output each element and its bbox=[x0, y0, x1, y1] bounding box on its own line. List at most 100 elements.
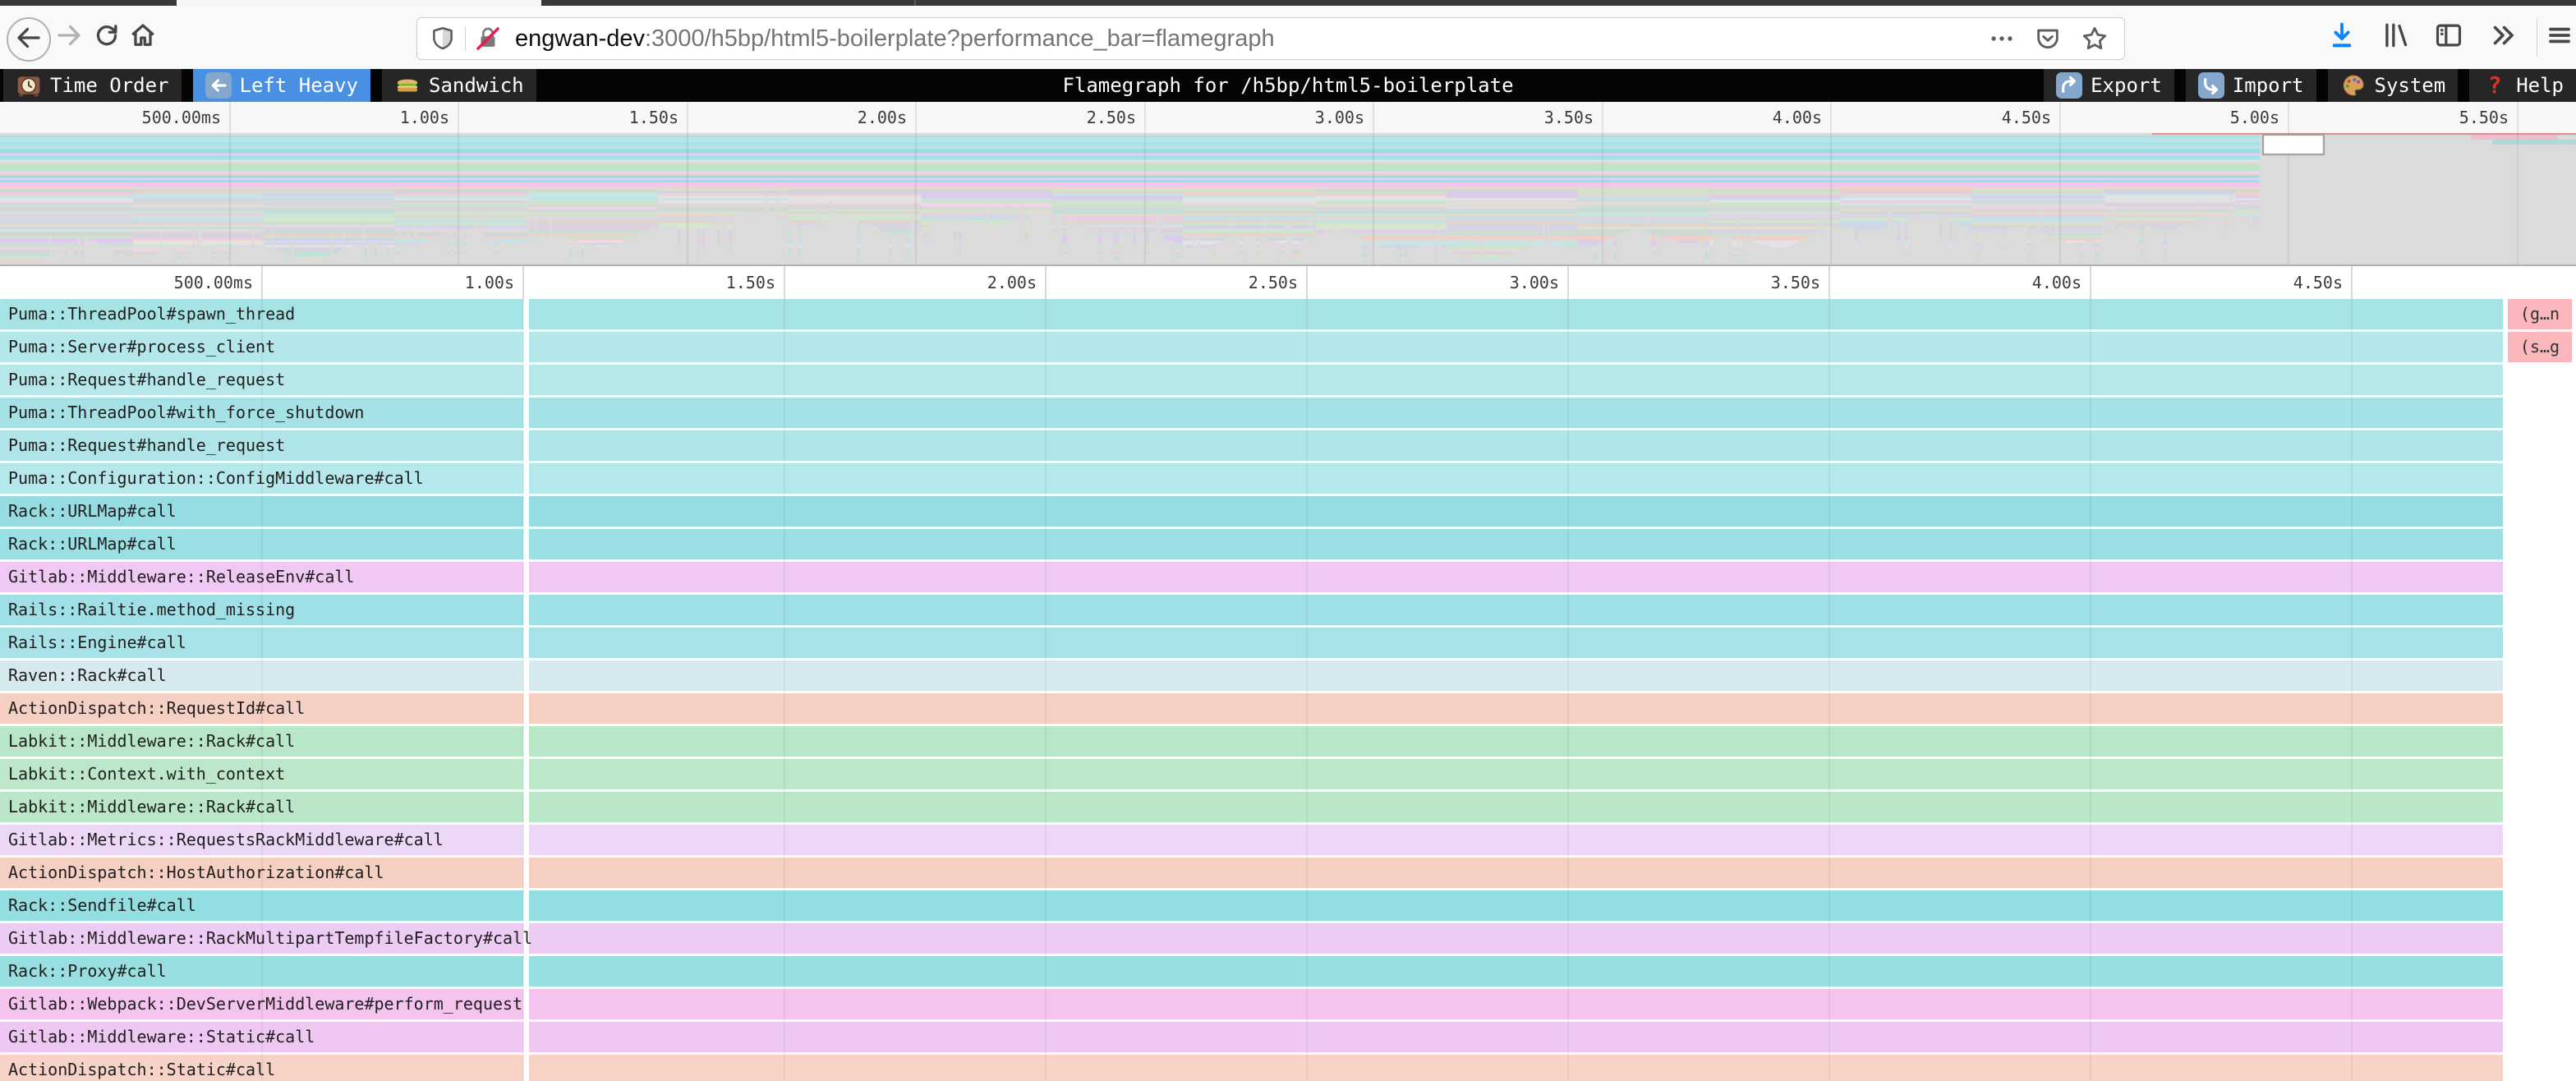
flame-frame[interactable]: Labkit::Middleware::Rack#call bbox=[0, 726, 523, 757]
minimap-canvas[interactable] bbox=[0, 133, 2576, 266]
frame-label: Rack::Sendfile#call bbox=[8, 890, 196, 921]
pocket-icon[interactable] bbox=[2034, 25, 2062, 53]
frame-label: Labkit::Middleware::Rack#call bbox=[8, 792, 295, 822]
flame-frame[interactable] bbox=[529, 660, 2503, 691]
library-icon bbox=[2380, 20, 2412, 55]
flame-row: Gitlab::Middleware::Static#call bbox=[0, 1022, 2576, 1052]
left-arrow-icon bbox=[205, 72, 232, 99]
forward-button[interactable] bbox=[51, 6, 87, 69]
home-icon bbox=[128, 21, 158, 54]
chevron-double-icon bbox=[2487, 20, 2518, 55]
home-button[interactable] bbox=[125, 6, 161, 69]
url-bar[interactable]: engwan-dev:3000/h5bp/html5-boilerplate?p… bbox=[416, 17, 2125, 60]
flame-frame[interactable] bbox=[529, 726, 2503, 757]
lock-insecure-icon[interactable] bbox=[474, 25, 502, 53]
reload-button[interactable] bbox=[89, 6, 125, 69]
flame-row: ActionDispatch::RequestId#call bbox=[0, 693, 2576, 724]
flame-row: ActionDispatch::Static#call bbox=[0, 1055, 2576, 1081]
browser-tabstrip[interactable] bbox=[0, 0, 2576, 6]
ruler-tick bbox=[1306, 266, 1308, 299]
page-actions-icon[interactable] bbox=[1988, 25, 2016, 53]
tab-label: Sandwich bbox=[429, 74, 524, 97]
flame-frame[interactable] bbox=[529, 923, 2503, 954]
flame-frame[interactable]: Gitlab::Middleware::Static#call bbox=[0, 1022, 523, 1052]
flame-frame[interactable] bbox=[529, 890, 2503, 921]
ruler-tick bbox=[1144, 102, 1146, 133]
flame-frame[interactable]: ActionDispatch::RequestId#call bbox=[0, 693, 523, 724]
flame-frame[interactable] bbox=[529, 595, 2503, 625]
flame-row: Rack::URLMap#call bbox=[0, 496, 2576, 527]
sandwich-icon bbox=[394, 72, 421, 99]
flame-frame[interactable] bbox=[529, 759, 2503, 789]
action-help[interactable]: ?Help bbox=[2469, 69, 2576, 102]
shield-icon[interactable] bbox=[429, 25, 457, 53]
minimap-ruler: 500.00ms1.00s1.50s2.00s2.50s3.00s3.50s4.… bbox=[0, 102, 2576, 133]
flame-frame[interactable] bbox=[529, 496, 2503, 527]
flame-frame[interactable] bbox=[529, 430, 2503, 461]
tab-sandwich[interactable]: Sandwich bbox=[382, 69, 536, 102]
flame-frame[interactable]: Puma::Server#process_client bbox=[0, 332, 523, 362]
flame-frame[interactable] bbox=[529, 792, 2503, 822]
flame-frame[interactable] bbox=[529, 693, 2503, 724]
flame-frame[interactable]: Gitlab::Metrics::RequestsRackMiddleware#… bbox=[0, 825, 523, 855]
flame-row: Rails::Engine#call bbox=[0, 628, 2576, 658]
flame-frame[interactable]: Puma::Request#handle_request bbox=[0, 430, 523, 461]
flame-frame[interactable] bbox=[529, 628, 2503, 658]
action-export[interactable]: Export bbox=[2044, 69, 2174, 102]
back-button[interactable] bbox=[7, 17, 51, 62]
flame-frame[interactable]: Rack::Sendfile#call bbox=[0, 890, 523, 921]
action-import[interactable]: Import bbox=[2186, 69, 2316, 102]
action-system[interactable]: System bbox=[2328, 69, 2459, 102]
flame-frame[interactable] bbox=[529, 989, 2503, 1019]
flame-frame[interactable]: Rack::URLMap#call bbox=[0, 496, 523, 527]
active-tab-bottom[interactable] bbox=[177, 0, 541, 6]
flame-frame[interactable] bbox=[529, 529, 2503, 559]
library-button[interactable] bbox=[2376, 6, 2417, 69]
bookmark-star-icon[interactable] bbox=[2080, 24, 2109, 53]
downloads-button[interactable] bbox=[2321, 6, 2362, 69]
flame-frame[interactable] bbox=[529, 365, 2503, 395]
flame-frame[interactable]: Puma::ThreadPool#spawn_thread bbox=[0, 299, 523, 329]
app-menu-button[interactable] bbox=[2543, 6, 2576, 69]
flame-frame[interactable]: Rails::Railtie.method_missing bbox=[0, 595, 523, 625]
frame-label: Rack::Proxy#call bbox=[8, 956, 167, 987]
flame-frame[interactable]: ActionDispatch::Static#call bbox=[0, 1055, 523, 1081]
flame-frame[interactable]: Gitlab::Middleware::RackMultipartTempfil… bbox=[0, 923, 523, 954]
tab-time-order[interactable]: Time Order bbox=[3, 69, 182, 102]
flame-frame[interactable] bbox=[529, 956, 2503, 987]
flame-frame-truncated[interactable]: (g…n bbox=[2508, 299, 2572, 329]
import-icon bbox=[2198, 72, 2224, 99]
tab-left-heavy[interactable]: Left Heavy bbox=[193, 69, 371, 102]
frame-label: Labkit::Context.with_context bbox=[8, 759, 285, 789]
flame-frame[interactable]: Rack::Proxy#call bbox=[0, 956, 523, 987]
flame-frame[interactable] bbox=[529, 825, 2503, 855]
flame-frame[interactable]: Puma::ThreadPool#with_force_shutdown bbox=[0, 398, 523, 428]
flame-frame[interactable]: Labkit::Context.with_context bbox=[0, 759, 523, 789]
sidebar-button[interactable] bbox=[2428, 6, 2469, 69]
flame-frame[interactable]: Labkit::Middleware::Rack#call bbox=[0, 792, 523, 822]
flame-frame[interactable]: ActionDispatch::HostAuthorization#call bbox=[0, 858, 523, 888]
overflow-menu-button[interactable] bbox=[2482, 6, 2523, 69]
flame-frame[interactable]: Puma::Configuration::ConfigMiddleware#ca… bbox=[0, 463, 523, 494]
flame-row: Gitlab::Middleware::ReleaseEnv#call bbox=[0, 562, 2576, 592]
flame-frame[interactable]: Gitlab::Middleware::ReleaseEnv#call bbox=[0, 562, 523, 592]
flame-frame[interactable] bbox=[529, 858, 2503, 888]
flame-frame[interactable] bbox=[529, 332, 2503, 362]
flame-frame[interactable] bbox=[529, 398, 2503, 428]
flame-row: Gitlab::Metrics::RequestsRackMiddleware#… bbox=[0, 825, 2576, 855]
flame-frame[interactable] bbox=[529, 1055, 2503, 1081]
flame-frame[interactable] bbox=[529, 463, 2503, 494]
flame-frame[interactable] bbox=[529, 562, 2503, 592]
flame-frame[interactable] bbox=[529, 1022, 2503, 1052]
flame-frame[interactable]: Rack::URLMap#call bbox=[0, 529, 523, 559]
ruler-tick bbox=[2351, 266, 2353, 299]
flame-row: Labkit::Middleware::Rack#call bbox=[0, 726, 2576, 757]
flame-frame-truncated[interactable]: (s…g bbox=[2508, 332, 2572, 362]
flame-frame[interactable]: Raven::Rack#call bbox=[0, 660, 523, 691]
flame-frame[interactable]: Puma::Request#handle_request bbox=[0, 365, 523, 395]
flame-frame[interactable]: Rails::Engine#call bbox=[0, 628, 523, 658]
flame-frame[interactable]: Gitlab::Webpack::DevServerMiddleware#per… bbox=[0, 989, 523, 1019]
url-text[interactable]: engwan-dev:3000/h5bp/html5-boilerplate?p… bbox=[515, 25, 1275, 53]
frame-label: Labkit::Middleware::Rack#call bbox=[8, 726, 295, 757]
flame-frame[interactable] bbox=[529, 299, 2503, 329]
